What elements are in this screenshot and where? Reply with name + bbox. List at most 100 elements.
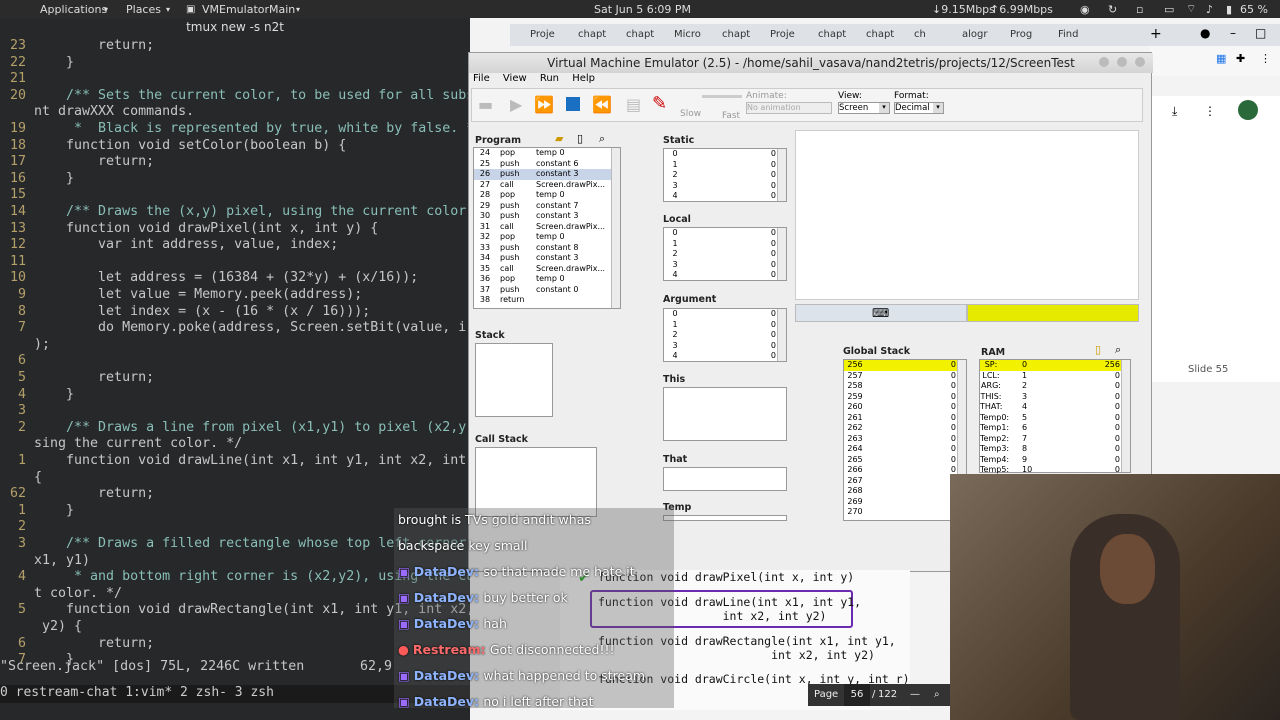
table-row[interactable]: 264 0 [844,444,966,455]
code-line[interactable]: t color. */ [0,586,122,603]
menu-run[interactable]: Run [540,73,559,84]
maximize-icon[interactable] [1117,57,1127,67]
code-line[interactable]: y2) { [0,619,82,636]
script-icon[interactable]: ✎ [652,93,667,114]
table-row[interactable]: 32 pop temp 0 [474,232,620,243]
code-line[interactable]: 14 /** Draws the (x,y) pixel, using the … [0,204,466,221]
table-row[interactable]: 00 [664,228,786,239]
table-row[interactable]: 38 return [474,295,620,306]
table-row[interactable]: 24 pop temp 0 [474,148,620,159]
table-row[interactable]: 10 [664,160,786,171]
active-app-menu[interactable]: VMEmulatorMain [202,3,295,16]
display-icon[interactable]: ▭ [1164,3,1174,16]
table-row[interactable]: 2680 [844,486,966,497]
table-row[interactable]: LCL: 1 0 [980,371,1130,382]
volume-icon[interactable]: ♪ [1206,3,1213,16]
menu-help[interactable]: Help [572,73,595,84]
table-row[interactable]: 36 pop temp 0 [474,274,620,285]
table-row[interactable]: 2700 [844,507,966,518]
code-line[interactable]: 22 } [0,55,74,72]
table-row[interactable]: 28 pop temp 0 [474,190,620,201]
browser-tab[interactable]: chapt [626,24,672,46]
code-line[interactable]: 6 return; [0,636,154,653]
browser-tab[interactable]: Proje [770,24,816,46]
browser-tab[interactable]: chapt [866,24,912,46]
code-line[interactable]: 21 [0,71,34,88]
browser-tab[interactable]: ch [914,24,960,46]
table-row[interactable]: 30 [664,260,786,271]
ram-table[interactable]: SP: 0 256 LCL: 1 0 ARG: 2 0 THIS: 3 0 THAT: 4 0 Temp0: 5… [979,359,1131,474]
table-row[interactable]: 261 0 [844,413,966,424]
scrollbar[interactable] [777,309,786,361]
program-table[interactable]: 24 pop temp 0 25 push constant 6 26 push constan… [473,147,621,309]
browser-tab[interactable]: chapt [578,24,624,46]
table-row[interactable]: 20 [664,249,786,260]
table-row[interactable]: 2690 [844,497,966,508]
browser-tab[interactable]: alogr [962,24,1008,46]
page-current[interactable]: 56 [844,684,870,706]
global-stack-table[interactable]: 256 0 257 0 258 0 259 0 260 0 261 0 262 0 263 0 264 0 265 0… [843,359,967,521]
places-menu[interactable]: Places [126,3,161,16]
browser-tab[interactable]: Micro [674,24,720,46]
browser-tab[interactable]: Prog [1010,24,1056,46]
table-row[interactable]: 00 [664,309,786,320]
code-line[interactable]: 18 function void setColor(boolean b) { [0,138,346,155]
table-row[interactable]: 40 [664,351,786,362]
table-row[interactable]: THIS: 3 0 [980,392,1130,403]
minimize-icon[interactable]: – [1230,26,1236,40]
speed-slider[interactable] [702,95,742,98]
breakpoint-icon[interactable]: ▤ [626,95,641,114]
local-table[interactable]: 0010203040 [663,227,787,281]
table-row[interactable]: 257 0 [844,371,966,382]
step-icon[interactable]: ▶ [510,95,522,114]
code-line[interactable]: 1 } [0,503,74,520]
format-select[interactable]: Decimal ▾ [894,102,944,114]
table-row[interactable]: ARG: 2 0 [980,381,1130,392]
browser-tab[interactable]: Proje [530,24,576,46]
table-row[interactable]: 256 0 [844,360,966,371]
code-line[interactable]: 2 [0,519,34,536]
table-row[interactable]: 29 push constant 7 [474,201,620,212]
table-row[interactable]: 35 call Screen.drawPix... [474,264,620,275]
table-row[interactable]: Temp2: 7 0 [980,434,1130,445]
applications-menu[interactable]: Applications [40,3,107,16]
table-row[interactable]: 20 [664,170,786,181]
code-line[interactable]: 15 [0,187,34,204]
record-icon[interactable]: ◉ [1080,3,1090,16]
table-row[interactable]: Temp1: 6 0 [980,423,1130,434]
scrollbar[interactable] [777,149,786,201]
table-row[interactable]: 20 [664,330,786,341]
code-line[interactable]: 17 return; [0,154,154,171]
code-line[interactable]: 19 * Black is represented by true, white… [0,121,482,138]
code-line[interactable]: 2 /** Draws a line from pixel (x1,y1) to… [0,420,466,437]
table-row[interactable]: 263 0 [844,434,966,445]
code-line[interactable]: 23 return; [0,38,154,55]
table-row[interactable]: Temp4: 9 0 [980,455,1130,466]
battery-icon[interactable]: ▮ [1226,3,1232,16]
table-row[interactable]: 30 [664,181,786,192]
table-row[interactable]: 2670 [844,476,966,487]
table-row[interactable]: 266 0 [844,465,966,476]
table-row[interactable]: THAT: 4 0 [980,402,1130,413]
close-icon[interactable]: ● [1200,26,1210,40]
table-row[interactable]: SP: 0 256 [980,360,1130,371]
table-row[interactable]: Temp3: 8 0 [980,444,1130,455]
code-line[interactable]: 20 /** Sets the current color, to be use… [0,88,474,105]
code-line[interactable]: 5 return; [0,370,154,387]
callstack-list[interactable] [475,447,597,517]
clock[interactable]: Sat Jun 5 6:09 PM [594,3,691,16]
menu-view[interactable]: View [503,73,527,84]
scrollbar[interactable] [777,228,786,280]
code-line[interactable]: 9 let value = Memory.peek(address); [0,287,362,304]
avatar[interactable] [1238,100,1258,120]
code-line[interactable]: ); [0,337,50,354]
open-folder-icon[interactable]: ▰ [555,132,563,145]
table-row[interactable]: 31 call Screen.drawPix... [474,222,620,233]
table-row[interactable]: 262 0 [844,423,966,434]
wifi-icon[interactable]: ⌔ [1186,2,1196,16]
table-row[interactable]: 00 [664,149,786,160]
browser-tab[interactable]: Find [1058,24,1104,46]
zoom-out-icon[interactable]: — [910,684,920,706]
scrollbar[interactable] [611,148,620,308]
menu-icon[interactable]: ⋮ [1260,52,1271,65]
